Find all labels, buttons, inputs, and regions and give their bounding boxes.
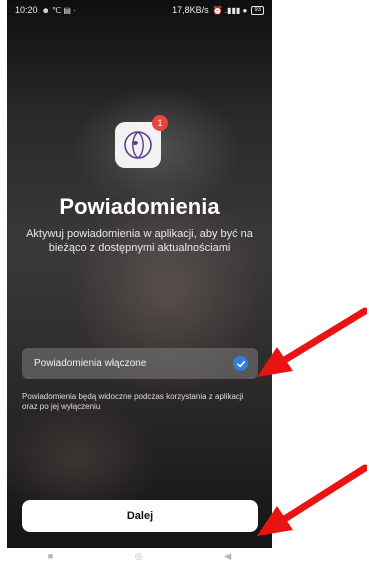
status-bar-right: 17,8KB/s ⏰ .▮▮▮ ● 93 (172, 5, 264, 15)
system-nav-bar: ■ ◎ ◀ (7, 548, 272, 564)
next-button[interactable]: Dalej (22, 500, 258, 532)
status-bar: 10:20 ☻ ℃ ▤ · 17,8KB/s ⏰ .▮▮▮ ● 93 (7, 0, 272, 20)
status-signal-icons: ⏰ .▮▮▮ ● (212, 5, 248, 15)
notifications-toggle-label: Powiadomienia włączone (34, 358, 147, 369)
red-arrow-icon (257, 464, 367, 536)
status-time: 10:20 (15, 5, 38, 15)
app-logo-icon: 1 (115, 115, 168, 168)
recent-apps-icon[interactable]: ■ (48, 551, 53, 561)
notifications-note: Powiadomienia będą widoczne podczas korz… (22, 392, 244, 411)
checkmark-icon[interactable] (233, 356, 248, 371)
notification-badge: 1 (152, 115, 168, 131)
status-notification-icons: ☻ ℃ ▤ · (41, 5, 76, 15)
notifications-toggle[interactable]: Powiadomienia włączone (22, 348, 258, 379)
back-icon[interactable]: ◀ (224, 551, 231, 562)
status-bar-left: 10:20 ☻ ℃ ▤ · (15, 5, 76, 15)
phone-screen: 10:20 ☻ ℃ ▤ · 17,8KB/s ⏰ .▮▮▮ ● 93 1 Pow… (7, 0, 272, 548)
app-logo-graphic (124, 131, 152, 159)
home-icon[interactable]: ◎ (135, 551, 143, 562)
network-speed: 17,8KB/s (172, 5, 209, 15)
page-title: Powiadomienia (59, 194, 220, 219)
battery-icon: 93 (251, 5, 264, 15)
page-subtitle: Aktywuj powiadomienia w aplikacji, aby b… (26, 228, 253, 254)
red-arrow-icon (257, 307, 367, 377)
